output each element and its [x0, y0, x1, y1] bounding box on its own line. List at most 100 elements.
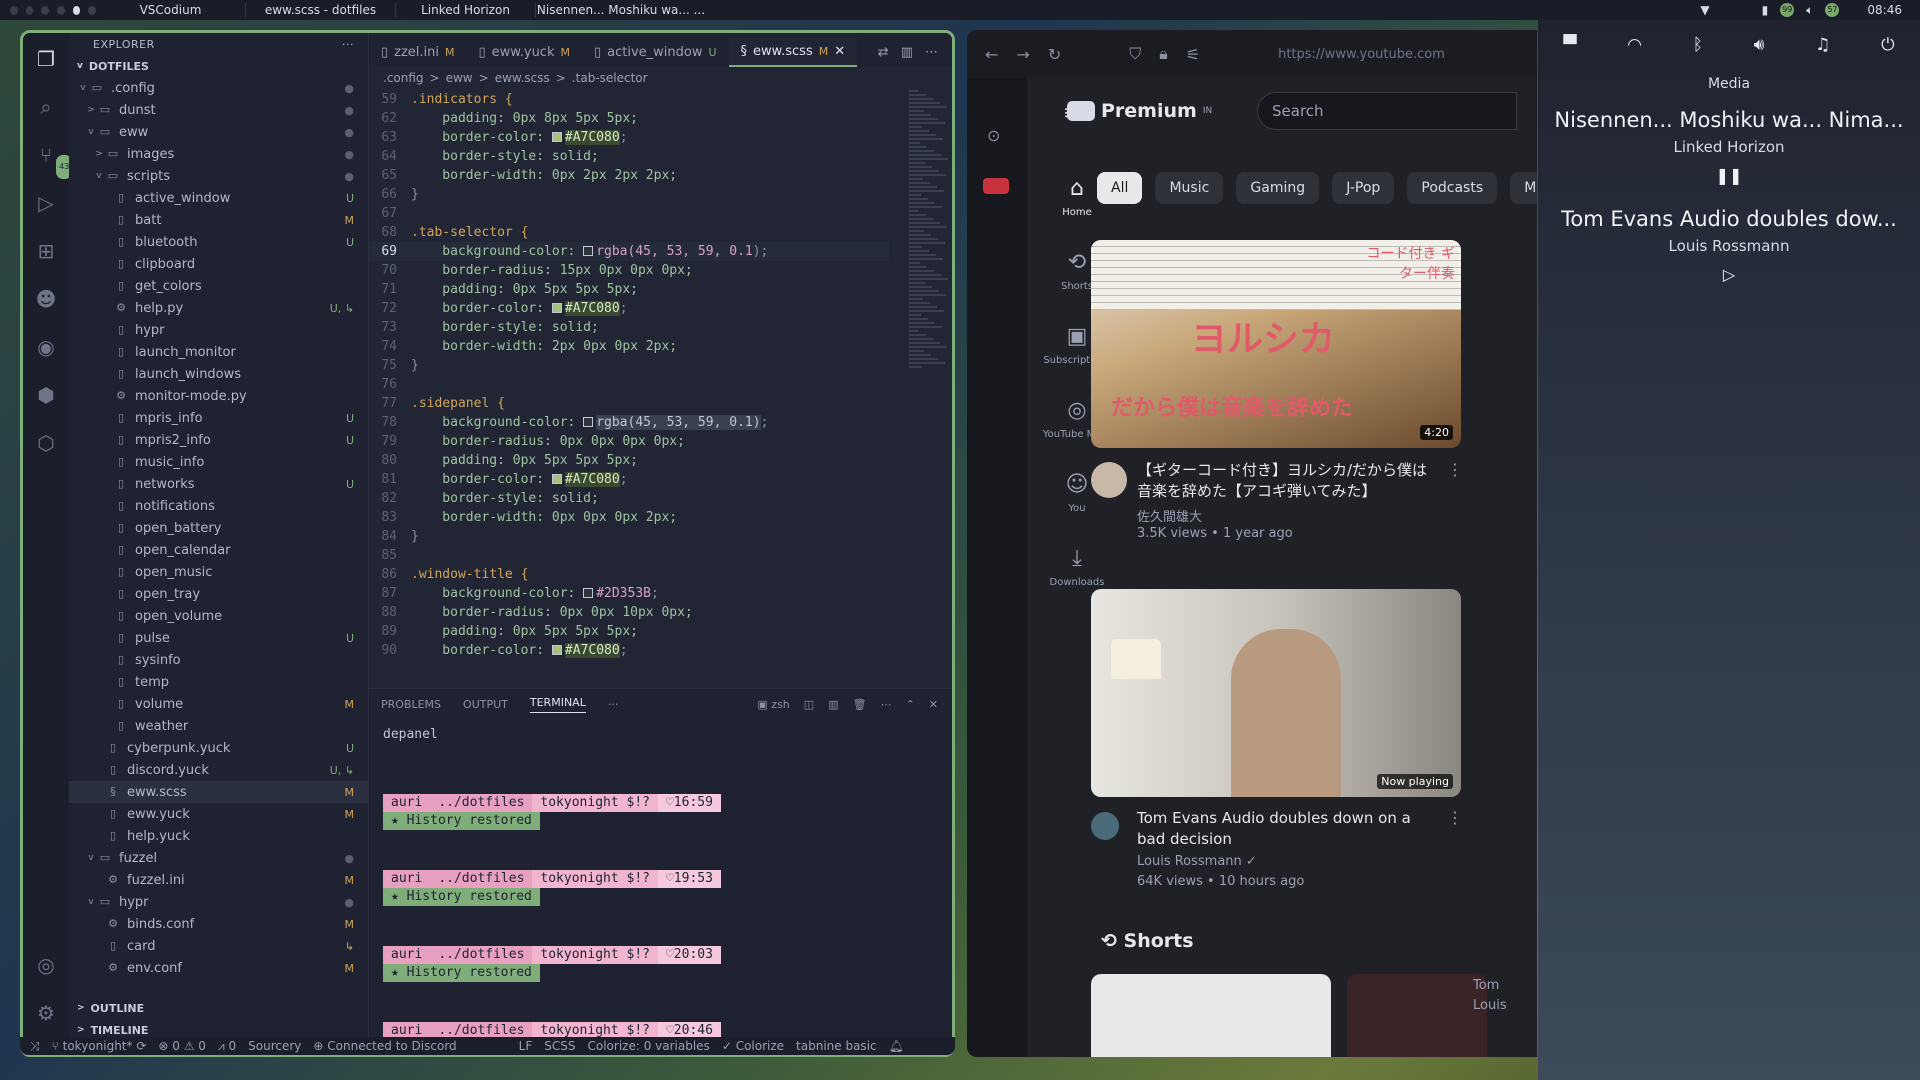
tree-item[interactable]: ▯ get_colors — [69, 275, 368, 297]
code-line[interactable]: 85 — [369, 546, 889, 565]
code-line[interactable]: 62 padding: 0px 8px 5px 5px; — [369, 109, 889, 128]
volume-icon[interactable]: 🔊︎ — [1754, 35, 1765, 55]
tree-item[interactable]: ▯ weather — [69, 715, 368, 737]
search-box[interactable]: Search — [1257, 92, 1517, 130]
trash-icon[interactable]: 🗑︎ — [853, 698, 867, 711]
tree-item[interactable]: v ▭ scripts ● — [69, 165, 368, 187]
search-icon[interactable]: ⌕ — [34, 95, 58, 119]
code-line[interactable]: 68 .tab-selector { — [369, 223, 889, 242]
color-swatch[interactable] — [583, 417, 594, 427]
bell-icon[interactable]: 🔔︎ — [889, 1039, 904, 1053]
code-line[interactable]: 84} — [369, 527, 889, 546]
code-line[interactable]: 59 .indicators { — [369, 90, 889, 109]
tree-item[interactable]: ▯ launch_monitor — [69, 341, 368, 363]
workspace-3[interactable] — [41, 5, 50, 15]
dotfiles-section[interactable]: v DOTFILES — [69, 55, 368, 77]
code-line[interactable]: 75} — [369, 356, 889, 375]
code-line[interactable]: 69 background-color: rgba(45, 53, 59, 0.… — [369, 242, 889, 261]
terminal-shell-selector[interactable]: ▣ zsh — [757, 698, 789, 711]
nav-downloads[interactable]: ⤓ Downloads — [1027, 546, 1127, 588]
code-line[interactable]: 82 border-style: solid; — [369, 489, 889, 508]
play-button[interactable]: ▷ — [1548, 265, 1910, 284]
code-line[interactable]: 88 border-radius: 0px 0px 10px 0px; — [369, 603, 889, 622]
github-icon[interactable]: ◉ — [34, 335, 58, 359]
tree-item[interactable]: ▯ bluetooth U — [69, 231, 368, 253]
channel-avatar[interactable] — [1091, 812, 1119, 840]
code-line[interactable]: 89 padding: 0px 5px 5px 5px; — [369, 622, 889, 641]
forward-icon[interactable]: → — [1016, 45, 1029, 64]
bluetooth-icon[interactable]: ᛒ — [1693, 35, 1703, 55]
package-icon[interactable]: ⬡ — [34, 431, 58, 455]
compare-icon[interactable]: ⇄ — [878, 45, 889, 60]
colorize-status[interactable]: ✓ Colorize — [722, 1039, 784, 1053]
code-line[interactable]: 80 padding: 0px 5px 5px 5px; — [369, 451, 889, 470]
terminal[interactable]: depanel auri ../dotfiles tokyonight $!? ♡16… — [369, 719, 952, 1054]
task-eww-scss[interactable]: eww.scss - dotfiles — [246, 3, 396, 17]
editor-tab[interactable]: ▯ eww.yuck M — [467, 37, 582, 67]
code-line[interactable]: 76 — [369, 375, 889, 394]
tree-item[interactable]: ▯ help.yuck — [69, 825, 368, 847]
video-channel[interactable]: Louis Rossmann ✓ — [1137, 854, 1257, 869]
music-note-icon[interactable]: ♫ — [1815, 35, 1830, 55]
more-actions-icon[interactable]: ⋯ — [925, 45, 938, 60]
tree-item[interactable]: ▯ eww.yuck M — [69, 803, 368, 825]
tree-item[interactable]: v ▭ hypr ● — [69, 891, 368, 913]
code-line[interactable]: 77 .sidepanel { — [369, 394, 889, 413]
chip-gaming[interactable]: Gaming — [1236, 172, 1320, 204]
task-nisennen[interactable]: Nisennen... Moshiku wa... ... — [536, 3, 706, 17]
panel-more-icon[interactable]: ··· — [608, 698, 619, 711]
close-panel-icon[interactable]: ✕ — [929, 698, 938, 711]
pause-button[interactable]: ❚❚ — [1548, 166, 1910, 185]
video-channel[interactable]: 佐久間雄大 — [1137, 506, 1202, 525]
permissions-icon[interactable]: ⚟ — [1186, 45, 1200, 64]
color-swatch[interactable] — [551, 645, 562, 655]
channel-avatar[interactable] — [1091, 462, 1127, 498]
language-status[interactable]: SCSS — [544, 1039, 575, 1053]
code-line[interactable]: 72 border-color: #A7C080; — [369, 299, 889, 318]
tree-item[interactable]: ⚙ fuzzel.ini M — [69, 869, 368, 891]
tree-item[interactable]: v ▭ fuzzel ● — [69, 847, 368, 869]
tree-item[interactable]: ▯ open_music — [69, 561, 368, 583]
editor-tab[interactable]: ▯ zzel.ini M — [369, 37, 467, 67]
minimap[interactable] — [909, 90, 952, 490]
code-line[interactable]: 70 border-radius: 15px 0px 0px 0px; — [369, 261, 889, 280]
wifi-icon[interactable]: ◠ — [1627, 35, 1642, 55]
ports-status[interactable]: ⩘ 0 — [218, 1039, 236, 1054]
notifications-icon[interactable]: ▀ — [1563, 35, 1576, 55]
tree-item[interactable]: > ▭ images ● — [69, 143, 368, 165]
code-line[interactable]: 83 border-width: 0px 0px 0px 2px; — [369, 508, 889, 527]
tree-item[interactable]: ▯ mpris_info U — [69, 407, 368, 429]
tree-item[interactable]: ⚙ env.conf M — [69, 957, 368, 979]
maximize-panel-icon[interactable]: ⌃ — [906, 698, 915, 711]
code-line[interactable]: 81 border-color: #A7C080; — [369, 470, 889, 489]
short-thumbnail[interactable] — [1347, 974, 1487, 1057]
extensions-icon[interactable]: ⊞ — [34, 239, 58, 263]
video-more-icon[interactable]: ⋮ — [1447, 808, 1463, 827]
short-thumbnail[interactable] — [1091, 974, 1331, 1057]
panel-more-actions-icon[interactable]: ⋯ — [881, 698, 892, 711]
color-swatch[interactable] — [551, 474, 562, 484]
breadcrumb-item[interactable]: .tab-selector — [572, 71, 648, 85]
code-line[interactable]: 67 — [369, 204, 889, 223]
tree-item[interactable]: ▯ temp — [69, 671, 368, 693]
workspace-6[interactable] — [88, 5, 97, 15]
code-line[interactable]: 87 background-color: #2D353B; — [369, 584, 889, 603]
tree-item[interactable]: v ▭ eww ● — [69, 121, 368, 143]
tab-problems[interactable]: PROBLEMS — [381, 698, 441, 711]
sidebar-play-icon[interactable]: ⊙ — [987, 126, 1000, 145]
branch-status[interactable]: ⑂ tokyonight* ⟳ — [52, 1039, 147, 1053]
color-swatch[interactable] — [551, 132, 562, 142]
chip-mix[interactable]: Mix — [1510, 172, 1537, 204]
sourcery-status[interactable]: Sourcery — [248, 1039, 301, 1053]
workspace-dots[interactable] — [10, 5, 97, 15]
copilot-icon[interactable]: ☻ — [34, 287, 58, 311]
account-icon[interactable]: ◎ — [34, 953, 58, 977]
tree-item[interactable]: ▯ pulse U — [69, 627, 368, 649]
code-line[interactable]: 66} — [369, 185, 889, 204]
tree-item[interactable]: § eww.scss M — [69, 781, 368, 803]
tree-item[interactable]: ▯ music_info — [69, 451, 368, 473]
explorer-more-icon[interactable]: ··· — [342, 38, 354, 51]
color-swatch[interactable] — [583, 588, 594, 598]
close-tab-icon[interactable]: ✕ — [834, 44, 845, 59]
layout-icon[interactable]: ▥ — [828, 698, 838, 711]
